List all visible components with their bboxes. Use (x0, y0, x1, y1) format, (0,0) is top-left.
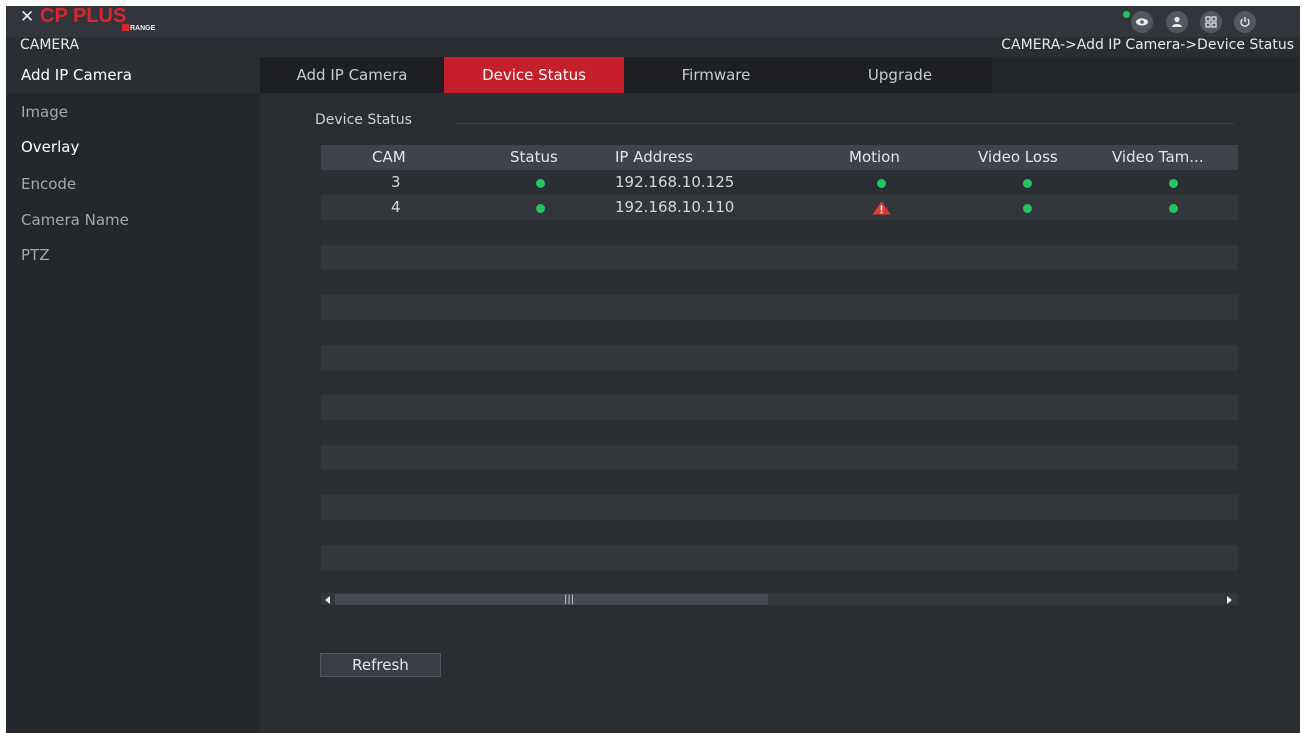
video-tamper-ok-icon (1169, 179, 1178, 188)
table-row-stripe (321, 445, 1238, 470)
sidebar: Add IP Camera Image Overlay Encode Camer… (6, 57, 260, 733)
table-row-stripe (321, 395, 1238, 420)
table-row-stripe (321, 520, 1238, 545)
table-row-stripe (321, 220, 1238, 245)
table-row-stripe (321, 370, 1238, 395)
table-row[interactable]: 3 192.168.10.125 (321, 170, 1238, 195)
sidebar-item-overlay[interactable]: Overlay (21, 138, 79, 156)
video-loss-ok-icon (1023, 179, 1032, 188)
video-loss-ok-icon (1023, 204, 1032, 213)
grid-icon[interactable] (1200, 11, 1222, 33)
motion-warning-icon (872, 201, 891, 215)
cell-cam: 3 (391, 173, 401, 191)
top-bar: ✕ CP PLUS RANGE (6, 6, 1300, 37)
tab-add-ip-camera[interactable]: Add IP Camera (260, 57, 444, 93)
refresh-button[interactable]: Refresh (320, 653, 441, 677)
sidebar-item-image[interactable]: Image (21, 103, 68, 121)
column-header-ip-address[interactable]: IP Address (615, 148, 693, 166)
scrollbar-grip: ||| (564, 594, 575, 605)
table-header: CAM Status IP Address Motion Video Loss … (321, 145, 1238, 170)
status-ok-icon (536, 204, 545, 213)
content-area: Device Status CAM Status IP Address Moti… (260, 93, 1300, 733)
table-row-stripe (321, 245, 1238, 270)
column-header-motion[interactable]: Motion (849, 148, 900, 166)
sidebar-item-label: Add IP Camera (21, 66, 132, 84)
table-row-stripe (321, 420, 1238, 445)
scroll-right-icon[interactable] (1227, 596, 1233, 604)
status-led-icon (1123, 11, 1130, 18)
breadcrumb: CAMERA->Add IP Camera->Device Status (1001, 37, 1294, 53)
table-row-stripe (321, 320, 1238, 345)
sidebar-item-ptz[interactable]: PTZ (21, 246, 49, 264)
column-header-video-tamper[interactable]: Video Tam... (1112, 148, 1204, 166)
video-tamper-ok-icon (1169, 204, 1178, 213)
column-header-cam[interactable]: CAM (372, 148, 406, 166)
table-row-stripe (321, 270, 1238, 295)
sidebar-item-encode[interactable]: Encode (21, 175, 76, 193)
sidebar-item-camera-name[interactable]: Camera Name (21, 211, 129, 229)
scrollbar-thumb[interactable]: ||| (335, 594, 768, 605)
cell-cam: 4 (391, 198, 401, 216)
status-ok-icon (536, 179, 545, 188)
logo-subtext-label: RANGE (130, 25, 156, 32)
cell-ip-address: 192.168.10.125 (615, 173, 735, 191)
power-icon[interactable] (1234, 11, 1256, 33)
table-row-stripe (321, 545, 1238, 570)
table-row[interactable]: 4 192.168.10.110 (321, 195, 1238, 220)
tab-upgrade[interactable]: Upgrade (808, 57, 992, 93)
scroll-left-icon[interactable] (325, 596, 331, 604)
logo-text: CP PLUS (40, 6, 127, 27)
app-window: ✕ CP PLUS RANGE CAMERA CAMERA->Add IP Ca… (6, 6, 1300, 733)
table-row-stripe (321, 495, 1238, 520)
eye-icon[interactable] (1131, 11, 1153, 33)
table-row-stripe (321, 295, 1238, 320)
cell-ip-address: 192.168.10.110 (615, 198, 735, 216)
group-divider (456, 123, 1234, 124)
header-row: CAMERA CAMERA->Add IP Camera->Device Sta… (6, 37, 1300, 56)
group-label: Device Status (315, 112, 412, 128)
column-header-status[interactable]: Status (510, 148, 558, 166)
logo-mark: ✕ (20, 7, 35, 27)
table-row-stripe (321, 345, 1238, 370)
logo-subtext: RANGE (122, 24, 155, 32)
table-row-stripe (321, 470, 1238, 495)
tab-device-status[interactable]: Device Status (444, 57, 624, 93)
user-icon[interactable] (1166, 11, 1188, 33)
column-header-video-loss[interactable]: Video Loss (978, 148, 1058, 166)
tab-firmware[interactable]: Firmware (624, 57, 808, 93)
section-title: CAMERA (20, 37, 80, 53)
horizontal-scrollbar[interactable]: ||| (321, 593, 1238, 605)
motion-ok-icon (877, 179, 886, 188)
brand-logo: ✕ CP PLUS RANGE (20, 6, 170, 37)
device-status-table: CAM Status IP Address Motion Video Loss … (321, 145, 1238, 605)
sidebar-item-add-ip-camera[interactable]: Add IP Camera (6, 57, 260, 93)
table-row-stripe (321, 570, 1238, 595)
tab-bar: Add IP Camera Device Status Firmware Upg… (260, 57, 1300, 93)
